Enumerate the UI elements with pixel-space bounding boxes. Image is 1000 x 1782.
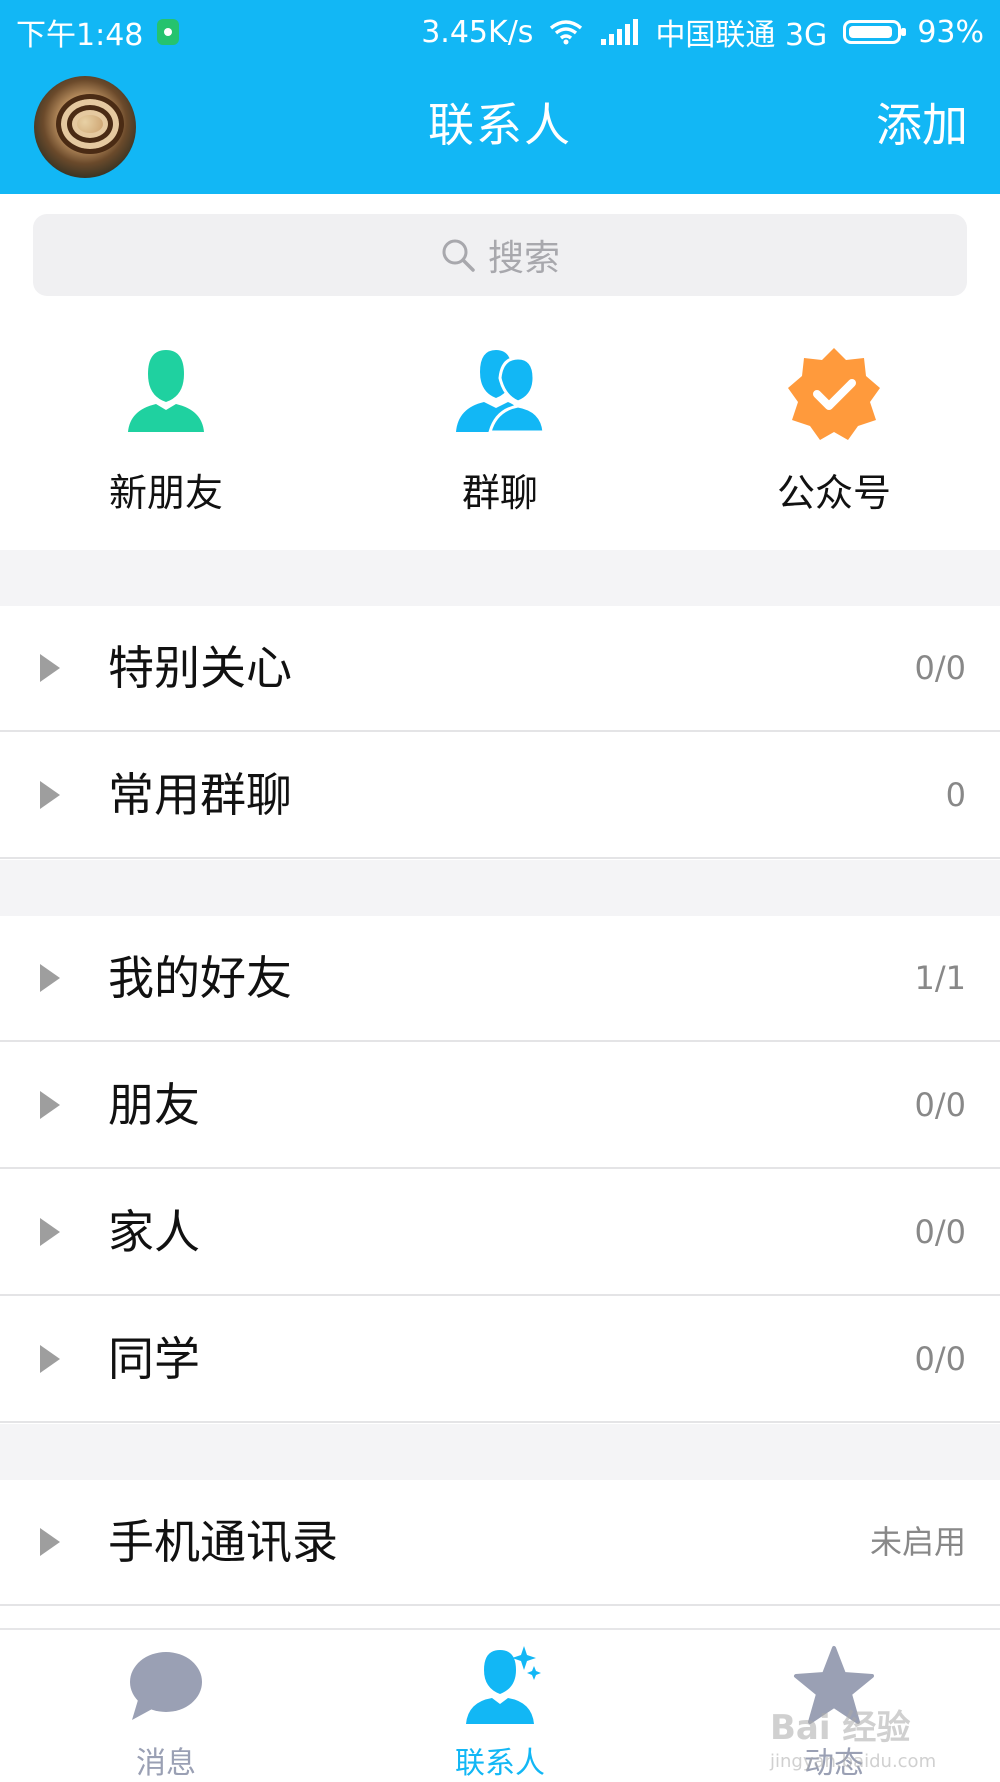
network-speed: 3.45K/s [421,14,534,50]
group-count: 未启用 [869,1523,966,1561]
group-count: 0/0 [914,649,967,687]
battery-percent: 93% [917,14,984,50]
tab-label: 消息 [136,1746,196,1781]
expand-arrow-icon [40,781,60,809]
page-title: 联系人 [428,98,572,152]
status-time: 下午1:48 [16,18,144,53]
official-accounts-label: 公众号 [776,471,891,515]
group-chat-button[interactable]: 群聊 [390,344,610,517]
person-icon [128,350,204,432]
watermark-url: jingyan.baidu.com [770,1751,937,1772]
group-row-special-care[interactable]: 特别关心 0/0 [0,606,1000,732]
wifi-icon [550,20,583,45]
verified-badge-icon [788,348,880,440]
section-divider [0,550,1000,606]
expand-arrow-icon [40,1218,60,1246]
group-row-my-friends[interactable]: 我的好友 1/1 [0,916,1000,1042]
watermark: Bai 经验 jingyan.baidu.com [770,1700,936,1772]
group-row-family[interactable]: 家人 0/0 [0,1170,1000,1296]
carrier-name: 中国联通 3G [655,18,828,53]
group-count: 0/0 [914,1086,967,1124]
expand-arrow-icon [40,1091,60,1119]
search-placeholder: 搜索 [487,238,560,279]
title-bar: 联系人 添加 [0,56,1000,194]
group-name: 特别关心 [108,641,292,695]
group-name: 同学 [108,1332,200,1386]
new-friends-label: 新朋友 [108,471,223,515]
battery-icon [843,20,907,44]
group-row-phone-contacts[interactable]: 手机通讯录 未启用 [0,1480,1000,1606]
group-name: 家人 [108,1205,200,1259]
watermark-text: Bai 经验 [770,1708,911,1748]
section-divider [0,860,1000,916]
group-count: 1/1 [914,959,967,997]
tab-label: 联系人 [455,1746,545,1781]
tab-contacts[interactable]: 联系人 [390,1644,610,1782]
expand-arrow-icon [40,1345,60,1373]
group-name: 我的好友 [108,951,292,1005]
signal-icon [601,19,639,45]
add-button[interactable]: 添加 [876,56,968,194]
group-row-classmates[interactable]: 同学 0/0 [0,1297,1000,1423]
expand-arrow-icon [40,654,60,682]
group-count: 0 [945,776,966,814]
group-name: 常用群聊 [108,768,292,822]
group-count: 0/0 [914,1340,967,1378]
search-input[interactable]: 搜索 [33,214,967,296]
quick-actions: 新朋友 群聊 公众号 [0,304,1000,550]
expand-arrow-icon [40,1528,60,1556]
contacts-icon [466,1646,541,1724]
group-name: 手机通讯录 [108,1515,338,1569]
section-divider [0,1424,1000,1480]
expand-arrow-icon [40,964,60,992]
chat-bubble-icon [130,1652,202,1720]
new-friends-button[interactable]: 新朋友 [56,344,276,517]
group-row-friends[interactable]: 朋友 0/0 [0,1043,1000,1169]
official-accounts-button[interactable]: 公众号 [724,344,944,517]
group-icon [456,350,546,434]
group-name: 朋友 [108,1078,200,1132]
status-bar: 下午1:48 3.45K/s 中国联通 3G 93% [0,0,1000,56]
group-count: 0/0 [914,1213,967,1251]
group-chat-label: 群聊 [461,471,538,515]
search-section: 搜索 [0,194,1000,304]
search-icon [442,239,475,272]
group-row-frequent-groups[interactable]: 常用群聊 0 [0,733,1000,859]
shield-icon [157,19,180,45]
tab-messages[interactable]: 消息 [56,1644,276,1782]
